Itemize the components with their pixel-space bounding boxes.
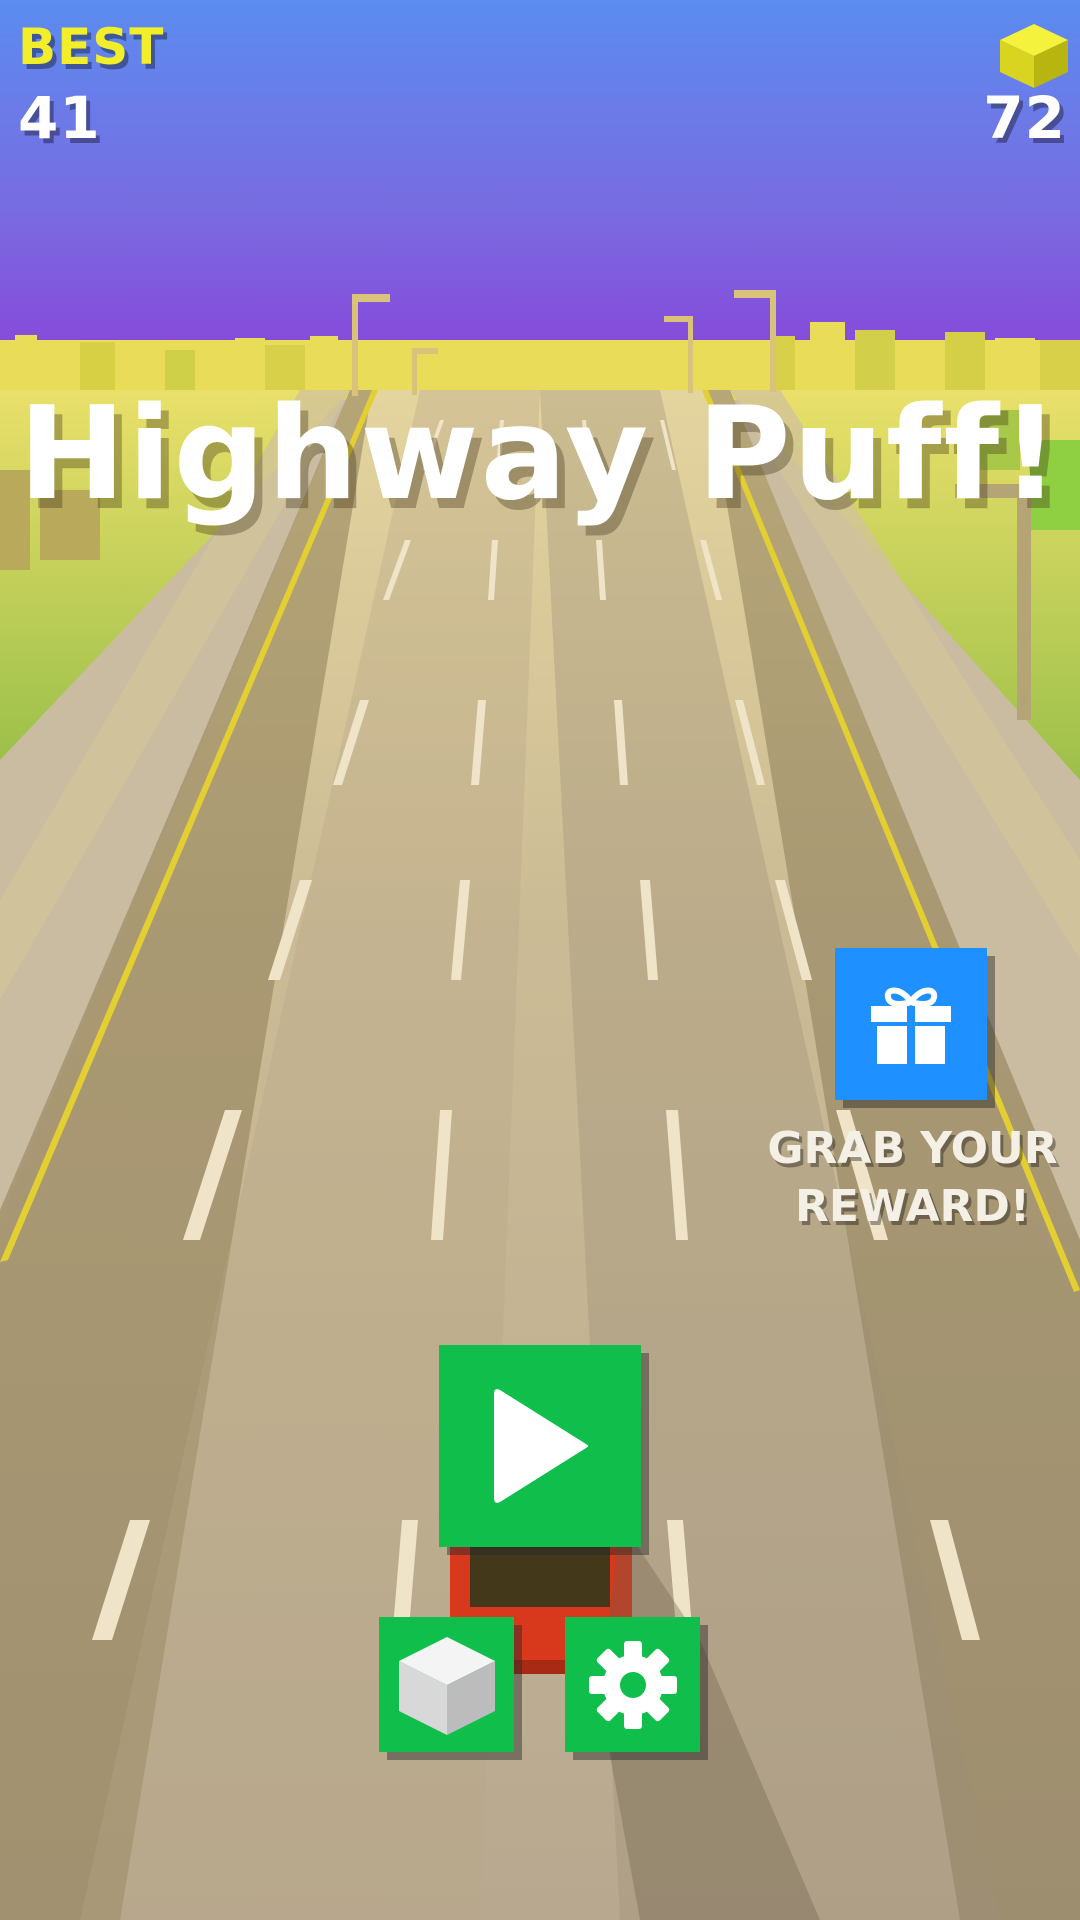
reward-label-line2: REWARD! [794,1181,1031,1232]
reward-label-line1: GRAB YOUR [767,1123,1058,1174]
play-button[interactable] [439,1345,641,1547]
yellow-cube-icon [1000,24,1068,88]
gift-icon [871,987,951,1064]
gear-icon [588,1640,677,1729]
reward-button[interactable] [835,948,987,1100]
settings-button[interactable] [565,1617,700,1752]
shop-button[interactable] [379,1617,514,1752]
cube-icon [398,1636,495,1735]
best-label: BEST [18,18,165,76]
best-score: 41 [18,84,101,152]
reward-label: GRAB YOUR REWARD! [740,1120,1080,1236]
coin-count: 72 [983,84,1066,152]
game-title: Highway Puff! [18,380,1062,529]
play-icon [494,1389,588,1503]
